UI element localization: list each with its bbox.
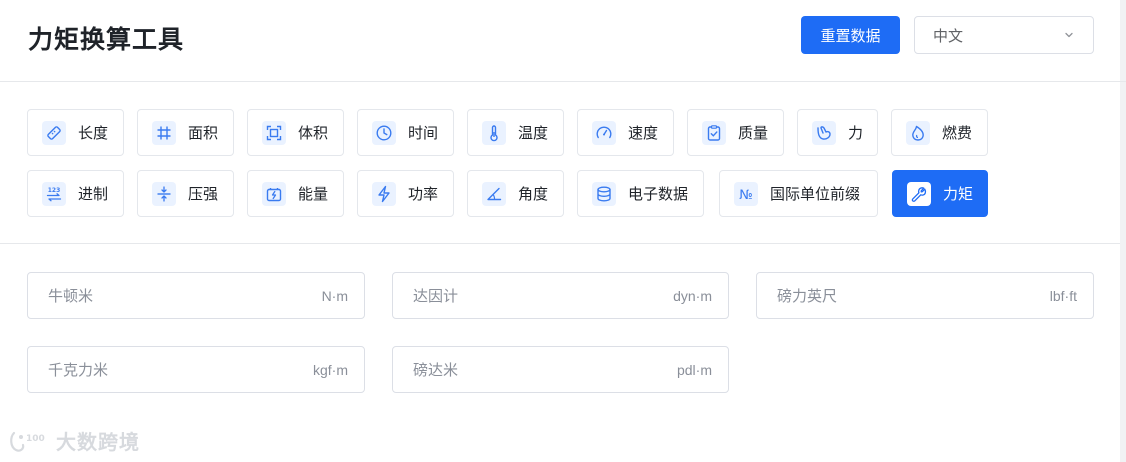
watermark-text: 大数跨境 [56,430,140,454]
field-poundal-meter: pdl·m [392,346,729,393]
number-123-icon: 123 [42,181,66,206]
category-grid: 长度 面积 体积 时间 温度 速度 质量 力 燃费 123 进制 压强 能量 功… [0,82,1120,244]
unit-label: lbf·ft [1049,287,1077,304]
category-label: 速度 [628,124,659,142]
category-base[interactable]: 123 进制 [27,170,124,217]
unit-label: N·m [321,287,348,304]
category-si-prefix[interactable]: № 国际单位前缀 [719,170,878,217]
category-fuel[interactable]: 燃费 [891,109,988,156]
svg-text:100: 100 [26,434,45,444]
poundal-meter-input[interactable] [413,360,613,379]
category-label: 体积 [298,124,329,142]
unit-label: kgf·m [313,361,348,378]
ruler-icon [42,120,66,145]
arm-icon [812,120,836,145]
category-angle[interactable]: 角度 [467,170,564,217]
clipboard-check-icon [702,120,726,145]
lightning-icon [372,181,396,206]
wrench-icon [907,181,931,206]
language-selected-value: 中文 [933,26,964,45]
unit-label: pdl·m [676,361,712,378]
reset-data-button[interactable]: 重置数据 [801,16,900,54]
compress-icon [152,181,176,206]
battery-icon [262,181,286,206]
language-select[interactable]: 中文 [914,16,1094,54]
category-label: 压强 [188,185,219,203]
unit-label: dyn·m [673,287,712,304]
newton-meter-input[interactable] [48,286,248,305]
flame-icon [906,120,930,145]
category-data[interactable]: 电子数据 [577,170,704,217]
dyne-meter-input[interactable] [413,286,613,305]
speedometer-icon [592,120,616,145]
category-label: 面积 [188,124,219,142]
category-label: 电子数据 [628,185,689,203]
volume-frame-icon [262,120,286,145]
category-pressure[interactable]: 压强 [137,170,234,217]
category-label: 时间 [408,124,439,142]
category-label: 角度 [518,185,549,203]
angle-icon [482,181,506,206]
category-force[interactable]: 力 [797,109,878,156]
numero-icon: № [734,181,758,206]
category-mass[interactable]: 质量 [687,109,784,156]
svg-text:123: 123 [48,187,61,194]
category-label: 温度 [518,124,549,142]
chevron-down-icon [1065,32,1073,38]
page-title: 力矩换算工具 [28,25,185,54]
category-volume[interactable]: 体积 [247,109,344,156]
watermark: 100 大数跨境 [8,426,140,455]
thermometer-icon [482,120,506,145]
category-label: 能量 [298,185,329,203]
field-dyne-meter: dyn·m [392,272,729,319]
category-label: 功率 [408,185,439,203]
hash-icon [152,120,176,145]
category-label: 力 [848,124,864,142]
pound-force-foot-input[interactable] [777,286,977,305]
category-label: 质量 [738,124,769,142]
watermark-logo-icon: 100 [10,431,45,452]
category-label: 长度 [78,124,109,142]
category-temperature[interactable]: 温度 [467,109,564,156]
category-time[interactable]: 时间 [357,109,454,156]
category-area[interactable]: 面积 [137,109,234,156]
category-label: 国际单位前缀 [770,185,861,203]
category-length[interactable]: 长度 [27,109,124,156]
category-label: 燃费 [942,124,973,142]
category-power[interactable]: 功率 [357,170,454,217]
database-icon [592,181,616,206]
category-label: 力矩 [943,185,974,203]
category-label: 进制 [78,185,109,203]
category-torque[interactable]: 力矩 [892,170,988,217]
field-kilogram-force-meter: kgf·m [27,346,365,393]
svg-text:№: № [739,188,753,203]
field-newton-meter: N·m [27,272,365,319]
kilogram-force-meter-input[interactable] [48,360,248,379]
field-pound-force-foot: lbf·ft [756,272,1094,319]
clock-icon [372,120,396,145]
app-header: 力矩换算工具 重置数据 中文 [0,0,1126,82]
category-energy[interactable]: 能量 [247,170,344,217]
category-speed[interactable]: 速度 [577,109,674,156]
